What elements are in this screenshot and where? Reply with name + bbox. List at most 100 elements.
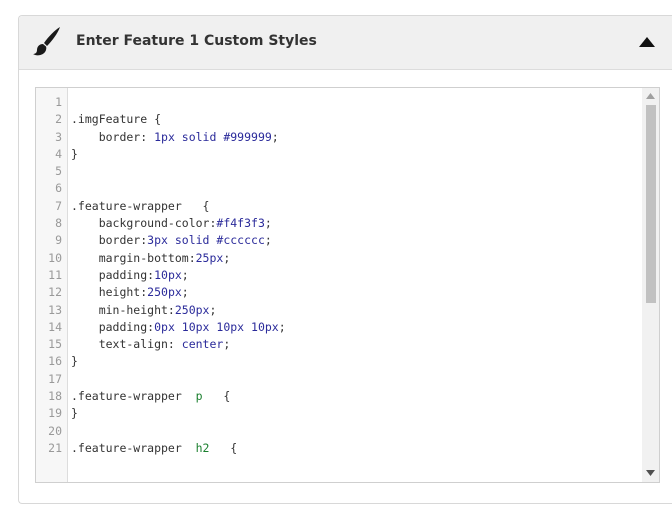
line-number: 9 — [55, 233, 62, 248]
code-text: } — [71, 353, 78, 370]
code-token: } — [71, 354, 78, 369]
line-number: 18 — [48, 389, 62, 404]
code-line[interactable]: 17 — [36, 371, 643, 388]
scroll-down-arrow-icon[interactable] — [646, 470, 655, 476]
line-number: 11 — [48, 267, 62, 282]
line-number: 15 — [48, 337, 62, 352]
code-token: 250px — [147, 285, 182, 300]
line-number: 14 — [48, 319, 62, 334]
code-line[interactable]: 12 height:250px; — [36, 284, 643, 301]
panel-header[interactable]: Enter Feature 1 Custom Styles — [19, 16, 672, 70]
scroll-up-arrow-icon[interactable] — [646, 93, 655, 99]
line-number: 8 — [55, 216, 62, 231]
code-text: min-height:250px; — [71, 302, 217, 319]
code-line[interactable]: 19} — [36, 405, 643, 422]
line-number: 12 — [48, 285, 62, 300]
code-token: text-align: — [71, 337, 182, 352]
code-token: height: — [71, 285, 148, 300]
code-token: .feature-wrapper — [71, 440, 196, 455]
line-number: 2 — [55, 112, 62, 127]
vertical-scrollbar[interactable] — [642, 88, 659, 482]
code-line[interactable]: 11 padding:10px; — [36, 267, 643, 284]
code-line[interactable]: 2 .imgFeature { — [36, 111, 643, 128]
code-token: } — [71, 146, 78, 161]
code-text: .feature-wrapper h2 { — [71, 440, 237, 457]
scrollbar-thumb[interactable] — [646, 105, 656, 303]
code-line[interactable]: 18 .feature-wrapper p { — [36, 388, 643, 405]
code-line[interactable]: 4} — [36, 146, 643, 163]
code-editor[interactable]: 1 2 .imgFeature {3 border: 1px solid #9999… — [35, 87, 660, 483]
code-token: 10px — [154, 267, 182, 282]
code-text: height:250px; — [71, 284, 189, 301]
code-line[interactable]: 5 — [36, 163, 643, 180]
custom-styles-panel: Enter Feature 1 Custom Styles 1 2 .imgFeat… — [18, 15, 672, 504]
code-token: { — [209, 440, 238, 455]
code-text: } — [71, 405, 78, 422]
line-number: 13 — [48, 302, 62, 317]
code-token: margin-bottom: — [71, 250, 196, 265]
code-token: 1px solid #999999 — [154, 129, 272, 144]
paintbrush-icon — [33, 27, 60, 56]
code-text: text-align: center; — [71, 336, 231, 353]
line-number: 20 — [48, 423, 62, 438]
code-line[interactable]: 10 margin-bottom:25px; — [36, 250, 643, 267]
code-token: background-color: — [71, 216, 217, 231]
line-number: 1 — [55, 95, 62, 109]
line-number: 16 — [48, 354, 62, 369]
line-number: 5 — [55, 164, 62, 179]
code-token: 250px — [174, 302, 210, 317]
code-text: } — [71, 146, 78, 163]
collapse-triangle-icon[interactable] — [638, 34, 656, 50]
code-token: ; — [181, 267, 189, 282]
code-line[interactable]: 1 — [36, 94, 643, 111]
line-number: 6 — [55, 181, 62, 196]
code-line[interactable]: 21 .feature-wrapper h2 { — [36, 440, 643, 457]
code-token: .feature-wrapper — [71, 389, 196, 404]
code-token: ; — [271, 129, 279, 144]
code-line[interactable]: 8 background-color:#f4f3f3; — [36, 215, 643, 232]
code-text: padding:10px; — [71, 267, 189, 284]
panel-title: Enter Feature 1 Custom Styles — [76, 33, 317, 49]
line-number: 3 — [55, 129, 62, 144]
code-line[interactable]: 13 min-height:250px; — [36, 302, 643, 319]
line-number: 7 — [55, 198, 62, 213]
code-token: border: — [71, 129, 155, 144]
code-token: h2 — [195, 440, 210, 455]
code-token: } — [71, 406, 78, 421]
line-number: 21 — [48, 440, 62, 455]
code-token: border: — [71, 233, 148, 248]
code-text: background-color:#f4f3f3; — [71, 215, 272, 232]
code-token: { — [202, 389, 231, 404]
line-number: 10 — [48, 250, 62, 265]
code-text: border:3px solid #cccccc; — [71, 232, 272, 249]
code-line[interactable]: 9 border:3px solid #cccccc; — [36, 232, 643, 249]
code-token: .feature-wrapper { — [71, 198, 210, 213]
code-token: ; — [223, 250, 231, 265]
code-token: padding: — [71, 319, 155, 334]
code-text: .feature-wrapper p { — [71, 388, 230, 405]
code-token: ; — [278, 319, 286, 334]
code-token: ; — [264, 233, 272, 248]
code-line[interactable]: 16} — [36, 353, 643, 370]
code-text: margin-bottom:25px; — [71, 250, 231, 267]
line-number: 17 — [48, 371, 62, 386]
code-token: .imgFeature { — [71, 112, 162, 127]
code-line[interactable]: 14 padding:0px 10px 10px 10px; — [36, 319, 643, 336]
code-lines[interactable]: 1 2 .imgFeature {3 border: 1px solid #9999… — [36, 94, 643, 457]
line-number: 19 — [48, 406, 62, 421]
code-text: padding:0px 10px 10px 10px; — [71, 319, 286, 336]
code-line[interactable]: 3 border: 1px solid #999999; — [36, 129, 643, 146]
code-text: .imgFeature { — [71, 111, 161, 128]
line-number: 4 — [55, 146, 62, 161]
code-text: border: 1px solid #999999; — [71, 129, 279, 146]
code-token: ; — [209, 302, 217, 317]
code-line[interactable]: 20 — [36, 423, 643, 440]
code-token: p — [195, 389, 203, 404]
code-token: padding: — [71, 267, 155, 282]
code-line[interactable]: 6 — [36, 180, 643, 197]
code-line[interactable]: 15 text-align: center; — [36, 336, 643, 353]
code-line[interactable]: 7 .feature-wrapper { — [36, 198, 643, 215]
code-text: .feature-wrapper { — [71, 198, 209, 215]
code-token: min-height: — [71, 302, 175, 317]
code-token: center — [181, 337, 224, 352]
